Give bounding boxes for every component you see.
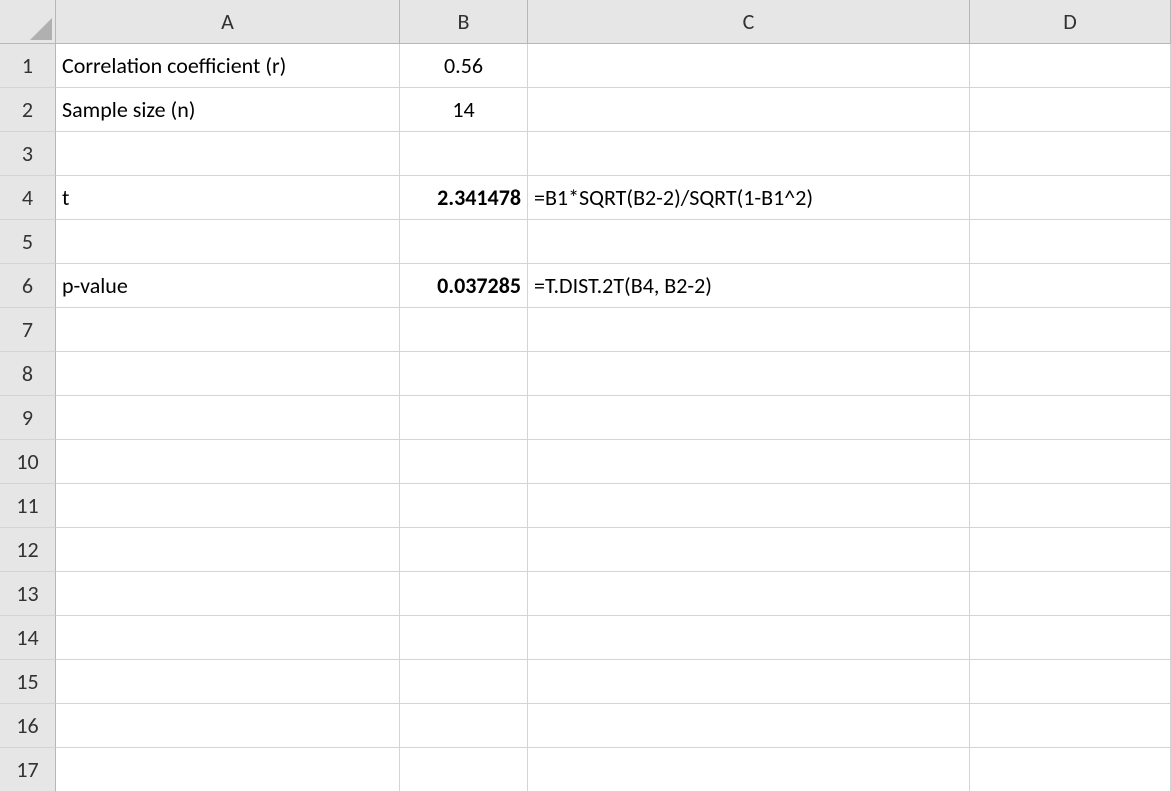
cell-A10[interactable] <box>56 440 400 484</box>
cell-C15[interactable] <box>528 660 970 704</box>
cell-A6[interactable]: p-value <box>56 264 400 308</box>
cell-C4[interactable]: =B1*SQRT(B2-2)/SQRT(1-B1^2) <box>528 176 970 220</box>
row-header-14[interactable]: 14 <box>0 616 56 660</box>
cell-A8[interactable] <box>56 352 400 396</box>
cell-D7[interactable] <box>970 308 1171 352</box>
select-all-corner[interactable] <box>0 0 56 44</box>
cell-A11[interactable] <box>56 484 400 528</box>
cell-C6[interactable]: =T.DIST.2T(B4, B2-2) <box>528 264 970 308</box>
cell-B14[interactable] <box>400 616 528 660</box>
row-header-13[interactable]: 13 <box>0 572 56 616</box>
cell-D3[interactable] <box>970 132 1171 176</box>
cell-D6[interactable] <box>970 264 1171 308</box>
cell-A16[interactable] <box>56 704 400 748</box>
row-header-8[interactable]: 8 <box>0 352 56 396</box>
column-header-C[interactable]: C <box>528 0 970 44</box>
cell-C1[interactable] <box>528 44 970 88</box>
cell-B4[interactable]: 2.341478 <box>400 176 528 220</box>
cell-C8[interactable] <box>528 352 970 396</box>
cell-C13[interactable] <box>528 572 970 616</box>
cell-D17[interactable] <box>970 748 1171 792</box>
cell-B12[interactable] <box>400 528 528 572</box>
column-header-B[interactable]: B <box>400 0 528 44</box>
row-header-5[interactable]: 5 <box>0 220 56 264</box>
cell-A15[interactable] <box>56 660 400 704</box>
cell-A2[interactable]: Sample size (n) <box>56 88 400 132</box>
spreadsheet-grid: ABCD 1Correlation coefficient (r)0.56 2Sam… <box>0 0 1171 792</box>
cell-B1[interactable]: 0.56 <box>400 44 528 88</box>
column-header-D[interactable]: D <box>970 0 1171 44</box>
row-header-6[interactable]: 6 <box>0 264 56 308</box>
cell-B5[interactable] <box>400 220 528 264</box>
row-header-11[interactable]: 11 <box>0 484 56 528</box>
cell-C16[interactable] <box>528 704 970 748</box>
cell-C7[interactable] <box>528 308 970 352</box>
cell-C12[interactable] <box>528 528 970 572</box>
cell-D10[interactable] <box>970 440 1171 484</box>
cell-C5[interactable] <box>528 220 970 264</box>
cell-B16[interactable] <box>400 704 528 748</box>
select-all-triangle-icon <box>30 18 52 40</box>
cell-D4[interactable] <box>970 176 1171 220</box>
cell-C9[interactable] <box>528 396 970 440</box>
cell-A1[interactable]: Correlation coefficient (r) <box>56 44 400 88</box>
cell-A9[interactable] <box>56 396 400 440</box>
row-header-1[interactable]: 1 <box>0 44 56 88</box>
cell-A4[interactable]: t <box>56 176 400 220</box>
cell-A14[interactable] <box>56 616 400 660</box>
cell-D11[interactable] <box>970 484 1171 528</box>
cell-B9[interactable] <box>400 396 528 440</box>
row-header-2[interactable]: 2 <box>0 88 56 132</box>
cell-C2[interactable] <box>528 88 970 132</box>
cell-B6[interactable]: 0.037285 <box>400 264 528 308</box>
cell-D8[interactable] <box>970 352 1171 396</box>
cell-D16[interactable] <box>970 704 1171 748</box>
cell-D5[interactable] <box>970 220 1171 264</box>
cell-B2[interactable]: 14 <box>400 88 528 132</box>
cell-B8[interactable] <box>400 352 528 396</box>
cell-D2[interactable] <box>970 88 1171 132</box>
cell-D14[interactable] <box>970 616 1171 660</box>
cell-D12[interactable] <box>970 528 1171 572</box>
row-header-3[interactable]: 3 <box>0 132 56 176</box>
cell-B13[interactable] <box>400 572 528 616</box>
cell-A7[interactable] <box>56 308 400 352</box>
cell-D13[interactable] <box>970 572 1171 616</box>
row-header-4[interactable]: 4 <box>0 176 56 220</box>
row-header-17[interactable]: 17 <box>0 748 56 792</box>
cell-A5[interactable] <box>56 220 400 264</box>
cell-B3[interactable] <box>400 132 528 176</box>
cell-C3[interactable] <box>528 132 970 176</box>
cell-A3[interactable] <box>56 132 400 176</box>
cell-B11[interactable] <box>400 484 528 528</box>
cell-C10[interactable] <box>528 440 970 484</box>
row-header-9[interactable]: 9 <box>0 396 56 440</box>
row-header-15[interactable]: 15 <box>0 660 56 704</box>
cell-A17[interactable] <box>56 748 400 792</box>
cell-D1[interactable] <box>970 44 1171 88</box>
cell-C14[interactable] <box>528 616 970 660</box>
row-header-12[interactable]: 12 <box>0 528 56 572</box>
cell-C17[interactable] <box>528 748 970 792</box>
cell-A12[interactable] <box>56 528 400 572</box>
row-header-7[interactable]: 7 <box>0 308 56 352</box>
cell-A13[interactable] <box>56 572 400 616</box>
row-header-10[interactable]: 10 <box>0 440 56 484</box>
row-header-16[interactable]: 16 <box>0 704 56 748</box>
cell-B7[interactable] <box>400 308 528 352</box>
cell-B15[interactable] <box>400 660 528 704</box>
cell-D15[interactable] <box>970 660 1171 704</box>
cell-C11[interactable] <box>528 484 970 528</box>
cell-B17[interactable] <box>400 748 528 792</box>
cell-B10[interactable] <box>400 440 528 484</box>
column-header-A[interactable]: A <box>56 0 400 44</box>
cell-D9[interactable] <box>970 396 1171 440</box>
